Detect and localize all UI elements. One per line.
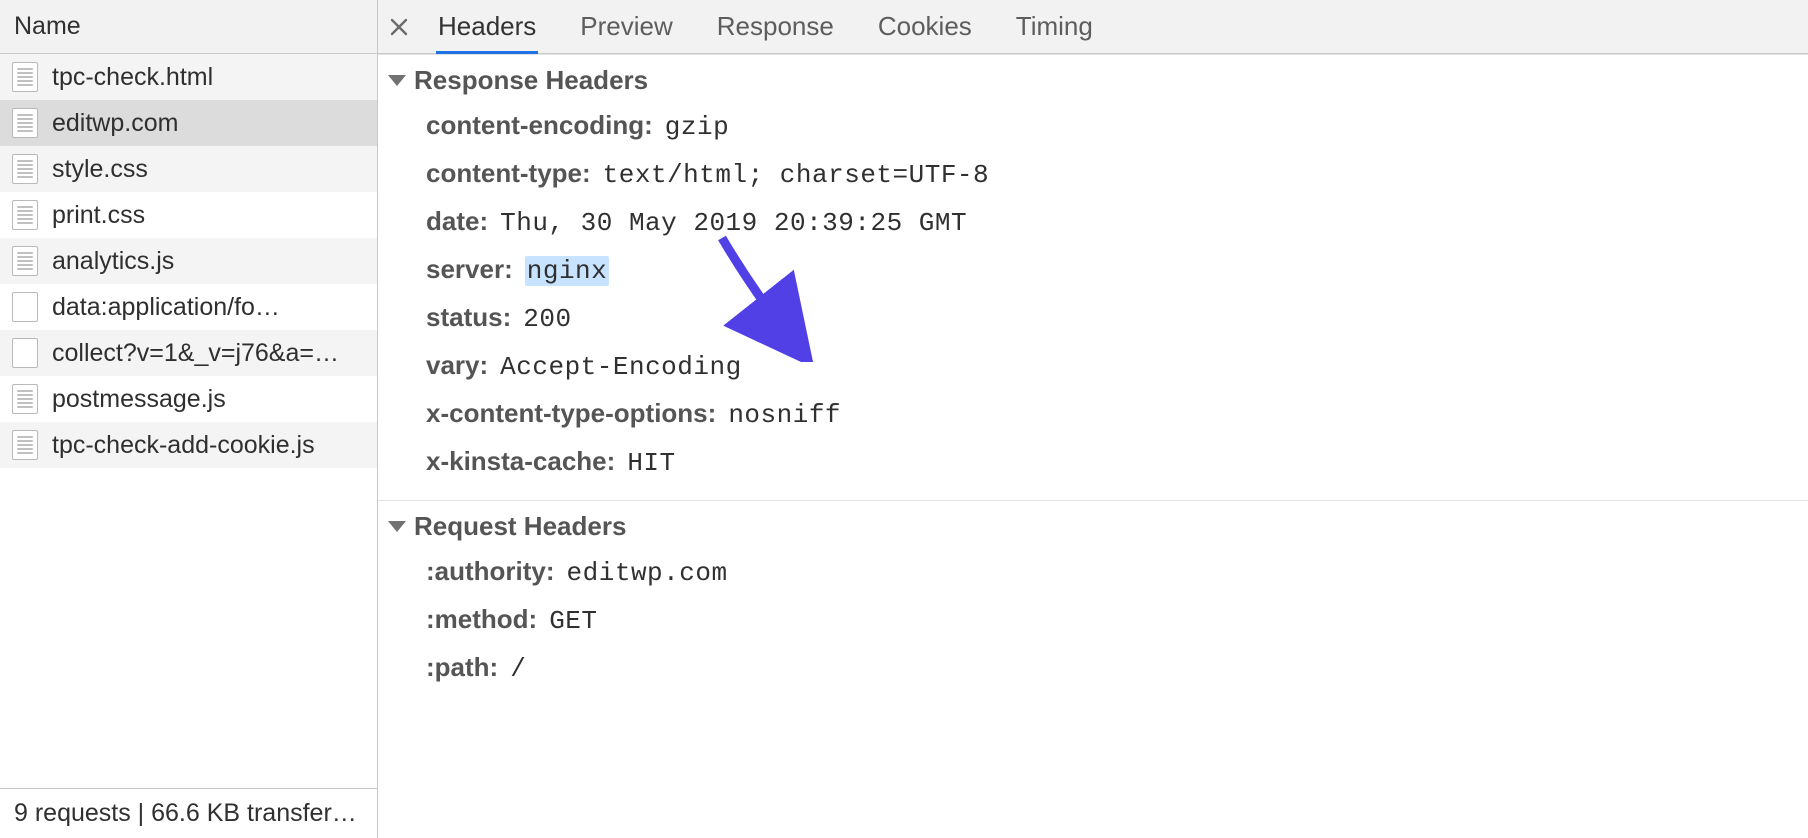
header-value: text/html; charset=UTF-8: [603, 160, 989, 190]
header-row: vary: Accept-Encoding: [378, 342, 1808, 390]
tab-headers[interactable]: Headers: [416, 0, 558, 54]
header-row: status: 200: [378, 294, 1808, 342]
header-key: vary:: [426, 350, 488, 381]
request-name: style.css: [52, 155, 148, 184]
file-icon: [12, 384, 38, 414]
table-row[interactable]: editwp.com: [0, 100, 377, 146]
request-headers-title: Request Headers: [414, 511, 626, 542]
header-key: content-encoding:: [426, 110, 653, 141]
request-headers-list: :authority: editwp.com :method: GET :path: /: [378, 548, 1808, 692]
table-row[interactable]: data:application/fo…: [0, 284, 377, 330]
name-column-label: Name: [14, 12, 81, 41]
tab-response[interactable]: Response: [695, 0, 856, 54]
header-key: :method:: [426, 604, 537, 635]
header-key: status:: [426, 302, 511, 333]
response-headers-section[interactable]: Response Headers: [378, 54, 1808, 102]
table-row[interactable]: collect?v=1&_v=j76&a=…: [0, 330, 377, 376]
header-key: x-content-type-options:: [426, 398, 716, 429]
tabs-container: Headers Preview Response Cookies Timing: [416, 0, 1115, 54]
header-value: Accept-Encoding: [500, 352, 742, 382]
request-name: tpc-check-add-cookie.js: [52, 431, 315, 460]
requests-panel: Name tpc-check.html editwp.com style.css pr…: [0, 0, 378, 838]
close-icon[interactable]: [384, 12, 414, 42]
tab-label: Response: [717, 11, 834, 42]
header-value: nosniff: [728, 400, 841, 430]
file-icon: [12, 108, 38, 138]
header-row: date: Thu, 30 May 2019 20:39:25 GMT: [378, 198, 1808, 246]
header-value: 200: [523, 304, 571, 334]
file-icon: [12, 154, 38, 184]
header-key: x-kinsta-cache:: [426, 446, 615, 477]
file-icon: [12, 246, 38, 276]
header-value: gzip: [665, 112, 729, 142]
name-column-header[interactable]: Name: [0, 0, 377, 54]
table-row[interactable]: style.css: [0, 146, 377, 192]
request-name: print.css: [52, 201, 145, 230]
file-icon: [12, 430, 38, 460]
header-row: content-type: text/html; charset=UTF-8: [378, 150, 1808, 198]
header-value: Thu, 30 May 2019 20:39:25 GMT: [500, 208, 967, 238]
header-row: :method: GET: [378, 596, 1808, 644]
header-row: x-content-type-options: nosniff: [378, 390, 1808, 438]
response-headers-list: content-encoding: gzip content-type: text/h…: [378, 102, 1808, 486]
request-headers-section[interactable]: Request Headers: [378, 500, 1808, 548]
details-panel: Headers Preview Response Cookies Timing Resp…: [378, 0, 1808, 838]
header-key: date:: [426, 206, 488, 237]
tab-preview[interactable]: Preview: [558, 0, 694, 54]
file-icon: [12, 62, 38, 92]
tab-label: Cookies: [878, 11, 972, 42]
header-row: :path: /: [378, 644, 1808, 692]
header-row: :authority: editwp.com: [378, 548, 1808, 596]
response-headers-title: Response Headers: [414, 65, 648, 96]
header-key: :path:: [426, 652, 498, 683]
tab-cookies[interactable]: Cookies: [856, 0, 994, 54]
header-value: HIT: [627, 448, 675, 478]
file-icon: [12, 200, 38, 230]
tab-label: Headers: [438, 11, 536, 42]
request-name: tpc-check.html: [52, 63, 213, 92]
file-icon: [12, 292, 38, 322]
table-row[interactable]: analytics.js: [0, 238, 377, 284]
tab-label: Preview: [580, 11, 672, 42]
header-value: GET: [549, 606, 597, 636]
header-value: nginx: [525, 256, 610, 286]
request-name: analytics.js: [52, 247, 174, 276]
header-key: server:: [426, 254, 513, 285]
table-row[interactable]: tpc-check-add-cookie.js: [0, 422, 377, 468]
request-name: data:application/fo…: [52, 293, 280, 322]
request-name: editwp.com: [52, 109, 178, 138]
headers-detail: Response Headers content-encoding:gzipco…: [378, 54, 1808, 838]
status-bar-text: 9 requests | 66.6 KB transfer…: [14, 799, 357, 828]
table-row[interactable]: print.css: [0, 192, 377, 238]
table-row[interactable]: postmessage.js: [0, 376, 377, 422]
chevron-down-icon: [388, 75, 406, 86]
table-row[interactable]: tpc-check.html: [0, 54, 377, 100]
header-row: content-encoding: gzip: [378, 102, 1808, 150]
tabs-bar: Headers Preview Response Cookies Timing: [378, 0, 1808, 54]
header-key: :authority:: [426, 556, 555, 587]
header-row: x-kinsta-cache: HIT: [378, 438, 1808, 486]
request-name: collect?v=1&_v=j76&a=…: [52, 339, 339, 368]
header-value: /: [510, 654, 526, 684]
request-list: tpc-check.html editwp.com style.css print.c…: [0, 54, 377, 788]
status-bar: 9 requests | 66.6 KB transfer…: [0, 788, 377, 838]
header-row: server: nginx: [378, 246, 1808, 294]
tab-label: Timing: [1016, 11, 1093, 42]
header-value: editwp.com: [567, 558, 728, 588]
tab-timing[interactable]: Timing: [994, 0, 1115, 54]
file-icon: [12, 338, 38, 368]
request-name: postmessage.js: [52, 385, 226, 414]
chevron-down-icon: [388, 521, 406, 532]
header-key: content-type:: [426, 158, 591, 189]
